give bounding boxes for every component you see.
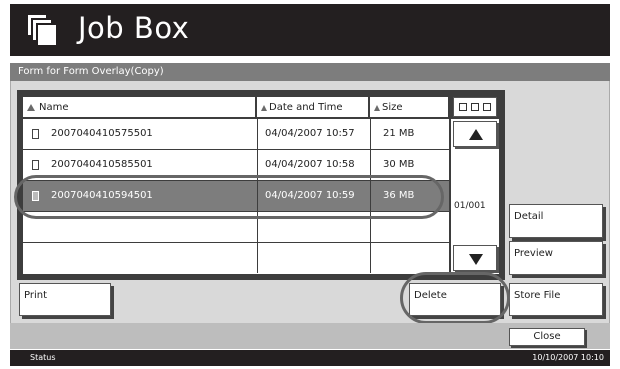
grid-view-icon [471, 103, 479, 111]
file-name: 2007040410594501 [51, 190, 153, 201]
list-view-icon [459, 103, 467, 111]
table-row-selected[interactable]: 2007040410594501 04/04/2007 10:59 36 MB [23, 181, 449, 212]
status-bar: Status 10/10/2007 10:10 [10, 350, 610, 366]
delete-button[interactable]: Delete [409, 283, 501, 316]
close-button[interactable]: Close [509, 328, 585, 346]
subtitle-bar: Form for Form Overlay(Copy) [10, 63, 610, 81]
table-row[interactable]: 2007040410585501 04/04/2007 10:58 30 MB [23, 150, 449, 181]
table-row[interactable]: 2007040410575501 04/04/2007 10:57 21 MB [23, 119, 449, 150]
status-label: Status [30, 353, 56, 362]
file-date: 04/04/2007 10:57 [257, 119, 369, 149]
store-file-button[interactable]: Store File [509, 283, 603, 316]
thumbnail-view-icon [483, 103, 491, 111]
column-header-size[interactable]: Size [370, 97, 448, 117]
file-date: 04/04/2007 10:59 [257, 181, 369, 211]
file-list: 2007040410575501 04/04/2007 10:57 21 MB … [23, 119, 449, 274]
column-header-name[interactable]: Name [23, 97, 255, 117]
arrow-up-icon [469, 129, 483, 140]
file-size: 36 MB [370, 181, 449, 211]
file-size: 21 MB [370, 119, 449, 149]
sort-icon [374, 105, 380, 111]
column-name-label: Name [39, 102, 69, 113]
file-name: 2007040410585501 [51, 159, 153, 170]
sort-icon [27, 104, 35, 111]
column-date-label: Date and Time [269, 102, 343, 113]
sort-icon [261, 105, 267, 111]
scroll-up-button[interactable] [453, 121, 497, 147]
view-toggle-button[interactable] [453, 97, 497, 117]
empty-cell [257, 243, 369, 273]
status-datetime: 10/10/2007 10:10 [532, 353, 604, 362]
print-button[interactable]: Print [19, 283, 111, 316]
file-date: 04/04/2007 10:58 [257, 150, 369, 180]
page-title: Job Box [78, 11, 190, 45]
column-header-date[interactable]: Date and Time [257, 97, 368, 117]
table-row-empty [23, 212, 449, 243]
empty-cell [257, 212, 369, 242]
scroll-down-button[interactable] [453, 245, 497, 271]
header-bar: Job Box [10, 4, 610, 56]
preview-button[interactable]: Preview [509, 241, 603, 275]
detail-button[interactable]: Detail [509, 204, 603, 238]
table-row-empty [23, 243, 449, 274]
empty-cell [370, 243, 449, 273]
screen: Job Box Form for Form Overlay(Copy) Name… [0, 0, 620, 369]
job-box-icon [26, 13, 58, 47]
column-size-label: Size [382, 102, 403, 113]
page-indicator: 01/001 [454, 201, 486, 211]
file-name: 2007040410575501 [51, 128, 153, 139]
arrow-down-icon [469, 254, 483, 265]
file-size: 30 MB [370, 150, 449, 180]
empty-cell [370, 212, 449, 242]
